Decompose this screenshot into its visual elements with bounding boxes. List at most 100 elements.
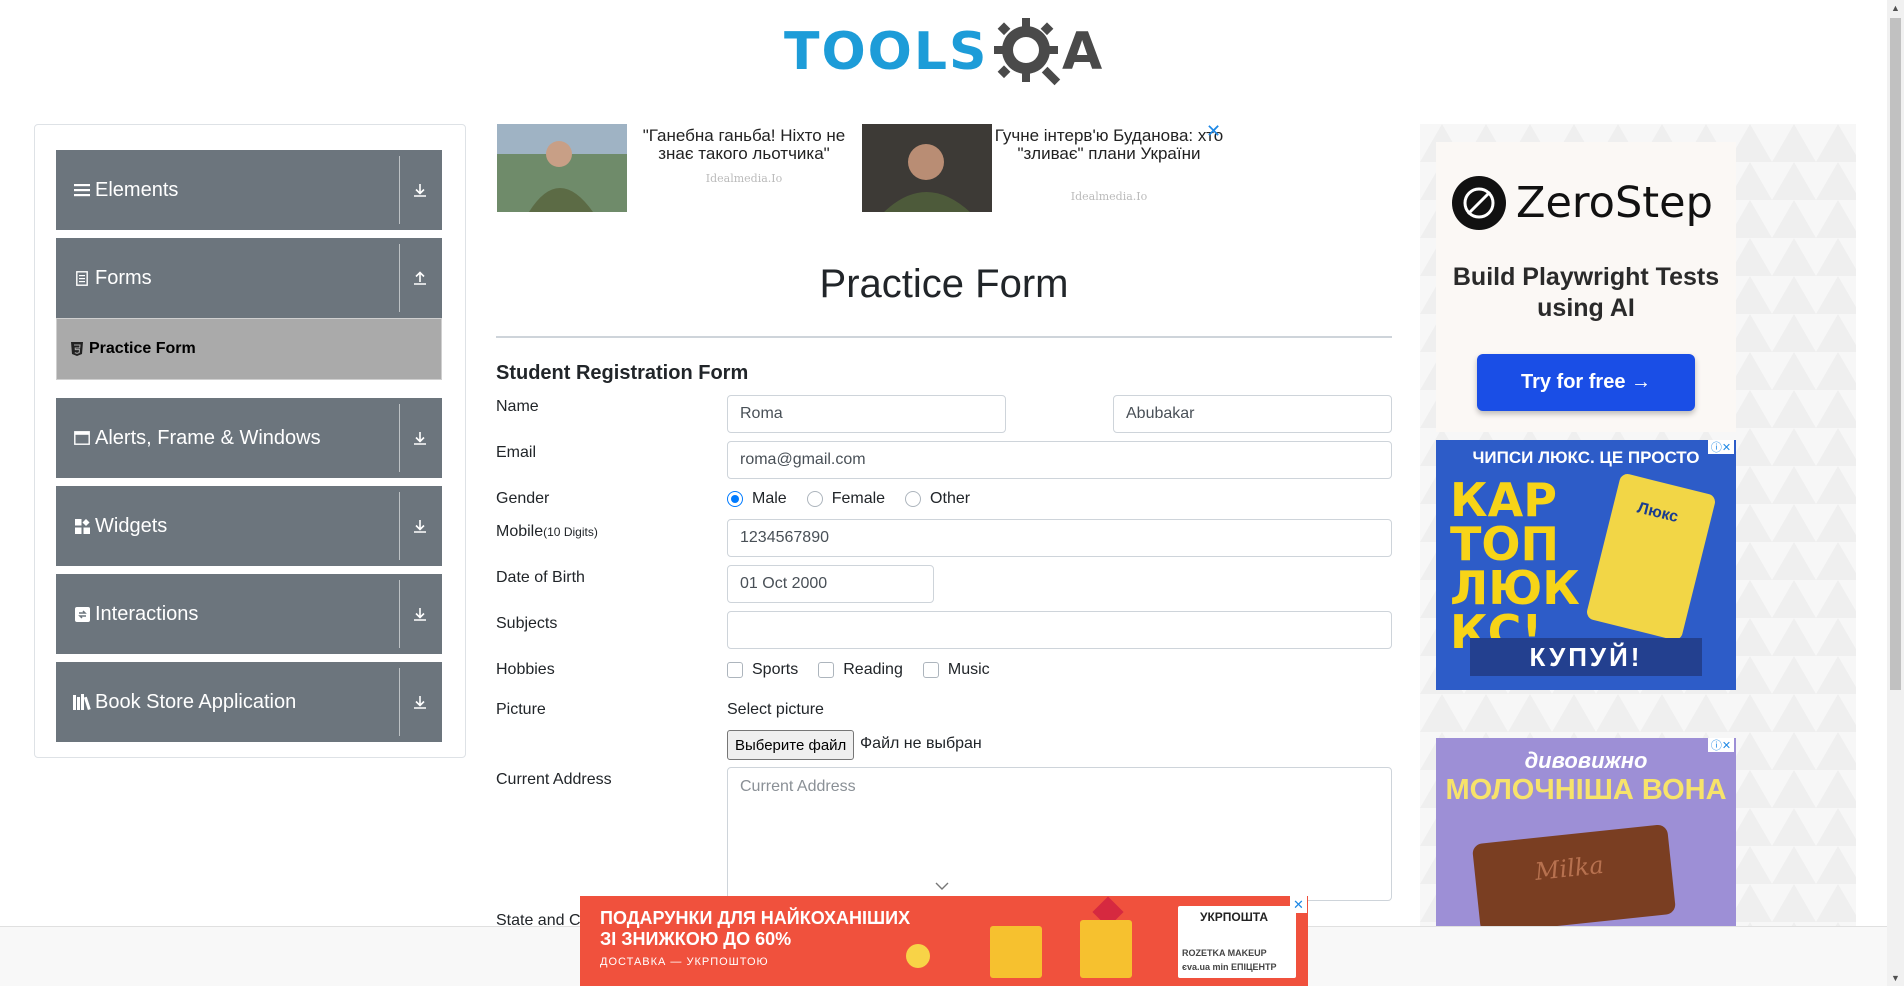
ukrposhta-brand: УКРПОШТА [1200, 910, 1269, 924]
gift-box-image [1080, 920, 1132, 978]
sidebar-item-practice-form[interactable]: Practice Form [56, 318, 442, 380]
checkbox[interactable] [922, 662, 939, 678]
buy-button[interactable]: КУПУЙ! [1470, 638, 1702, 676]
ad-photo-budanov [862, 124, 992, 212]
radio-button[interactable] [806, 491, 823, 507]
chips-brand: Люкс [1635, 499, 1680, 527]
sidebar-group-label: Forms [95, 266, 152, 289]
native-ad-1[interactable]: "Ганебна ганьба! Ніхто не знає такого ль… [497, 124, 861, 214]
ad-source: Idealmedia.Io [1070, 190, 1148, 203]
subjects-label: Subjects [496, 615, 558, 632]
sidebar-group-interactions[interactable]: Interactions [56, 574, 442, 654]
hobby-music-option[interactable]: Music [922, 661, 990, 679]
hobbies-label: Hobbies [496, 661, 555, 678]
sidebar-group-forms[interactable]: Forms [56, 238, 442, 318]
radio-label: Female [831, 490, 886, 507]
try-for-free-button[interactable]: Try for free → [1477, 354, 1695, 411]
checkbox[interactable] [727, 662, 743, 678]
books-icon [73, 693, 91, 711]
sidebar-group-widgets[interactable]: Widgets [56, 486, 442, 566]
divider [399, 580, 400, 648]
email-input[interactable]: roma@gmail.com [727, 441, 1392, 479]
first-name-input[interactable]: Roma [727, 395, 1006, 433]
radio-label: Male [752, 490, 787, 507]
mobile-input[interactable]: 1234567890 [727, 519, 1392, 557]
divider [399, 668, 400, 736]
last-name-input[interactable]: Abubakar [1113, 395, 1392, 433]
native-ad-2[interactable]: Гучне інтерв'ю Буданова: хто "зливає" пл… [862, 124, 1226, 214]
moon-image [906, 944, 930, 968]
logo-text: TOOLS [784, 22, 989, 82]
subjects-input[interactable] [727, 611, 1392, 649]
ukrposhta-brand-block: УКРПОШТА ROZETKA MAKEUP єva.ua min ЕПІЦЕ… [1178, 906, 1296, 978]
html5-icon [71, 342, 83, 356]
hobby-reading-option[interactable]: Reading [818, 661, 903, 679]
gender-radio-group: Male Female Other [727, 490, 990, 508]
scrollbar-thumb[interactable] [1890, 18, 1901, 690]
sidebar-group-alerts[interactable]: Alerts, Frame & Windows [56, 398, 442, 478]
zerostep-tagline: Build Playwright Tests using AI [1452, 263, 1720, 322]
checkbox[interactable] [818, 662, 835, 678]
page-title: Practice Form [819, 262, 1069, 306]
hobby-sports-option[interactable]: Sports [727, 661, 798, 679]
checkbox-label: Sports [752, 661, 799, 678]
sidebar-item-label: Practice Form [89, 340, 196, 357]
sidebar-group-label: Alerts, Frame & Windows [95, 426, 321, 449]
zerostep-logo-icon [1452, 176, 1506, 230]
ad-headline: дивовижно [1524, 748, 1648, 773]
checkbox-label: Reading [843, 661, 903, 678]
download-arrow-icon[interactable] [406, 662, 434, 742]
sidebar-group-book-store[interactable]: Book Store Application [56, 662, 442, 742]
ukrposhta-ad[interactable]: ПОДАРУНКИ ДЛЯ НАЙКОХАНІШИХ ЗІ ЗНИЖКОЮ ДО… [580, 896, 1308, 986]
toolsqa-logo[interactable]: TOOLS A [784, 16, 1106, 90]
close-icon[interactable]: ✕ [1206, 122, 1221, 140]
ad-choices-icon[interactable]: ⓘ✕ [1708, 440, 1734, 454]
gender-male-option[interactable]: Male [727, 490, 787, 508]
upload-arrow-icon[interactable] [406, 238, 434, 318]
ad-choices-icon[interactable]: ⓘ✕ [1708, 738, 1734, 752]
sidebar-group-elements[interactable]: Elements [56, 150, 442, 230]
sidebar-group-label: Elements [95, 178, 179, 201]
dob-label: Date of Birth [496, 569, 585, 586]
ad-slogan: МОЛОЧНІША ВОНА [1445, 774, 1727, 806]
interaction-icon [73, 605, 91, 623]
milka-ad[interactable]: дивовижно МОЛОЧНІША ВОНА Milka [1436, 738, 1736, 928]
sidebar-group-label: Interactions [95, 602, 199, 625]
divider [399, 404, 400, 472]
divider [399, 244, 400, 312]
gender-other-option[interactable]: Other [905, 490, 970, 508]
picture-label: Picture [496, 701, 546, 718]
ad-photo-pilot [497, 124, 627, 212]
radio-button[interactable] [905, 491, 922, 507]
ad-subline: ДОСТАВКА — УКРПОШТОЮ [600, 956, 769, 968]
scroll-down-arrow-icon[interactable]: ▼ [1890, 972, 1901, 984]
scroll-up-arrow-icon[interactable]: ▲ [1890, 2, 1901, 14]
radio-button[interactable] [727, 491, 743, 507]
sidebar: Elements Forms Practice Form Alerts, Fra… [34, 124, 466, 758]
ad-headline: Гучне інтерв'ю Буданова: хто "зливає" пл… [994, 126, 1224, 163]
gender-female-option[interactable]: Female [806, 490, 886, 508]
ad-headline: ПОДАРУНКИ ДЛЯ НАЙКОХАНІШИХ ЗІ ЗНИЖКОЮ ДО… [600, 908, 911, 949]
current-address-textarea[interactable]: Current Address [727, 767, 1392, 901]
download-arrow-icon[interactable] [406, 486, 434, 566]
logo-letter: A [1062, 22, 1103, 82]
download-arrow-icon[interactable] [406, 574, 434, 654]
choose-file-button[interactable]: Выберите файл [727, 730, 855, 760]
radio-label: Other [930, 490, 971, 507]
download-arrow-icon[interactable] [406, 150, 434, 230]
ad-headline: "Ганебна ганьба! Ніхто не знає такого ль… [642, 126, 846, 163]
gift-box-image [990, 926, 1042, 978]
download-arrow-icon[interactable] [406, 398, 434, 478]
close-icon[interactable]: ✕ [1290, 896, 1307, 913]
form-subtitle: Student Registration Form [496, 362, 749, 384]
ad-source: Idealmedia.Io [705, 172, 783, 185]
date-of-birth-input[interactable]: 01 Oct 2000 [727, 565, 934, 603]
file-status: Файл не выбран [860, 735, 982, 752]
widgets-grid-icon [73, 517, 91, 535]
chevron-down-icon [935, 882, 949, 890]
chips-ad[interactable]: ЧИПСИ ЛЮКС. ЦЕ ПРОСТО КАР ТОП ЛЮК КС! Лю… [1436, 440, 1736, 690]
ad-slogan: КАР ТОП ЛЮК КС! [1450, 473, 1580, 659]
gear-magnifier-icon [994, 18, 1061, 86]
divider [399, 492, 400, 560]
checkbox-label: Music [947, 661, 990, 678]
